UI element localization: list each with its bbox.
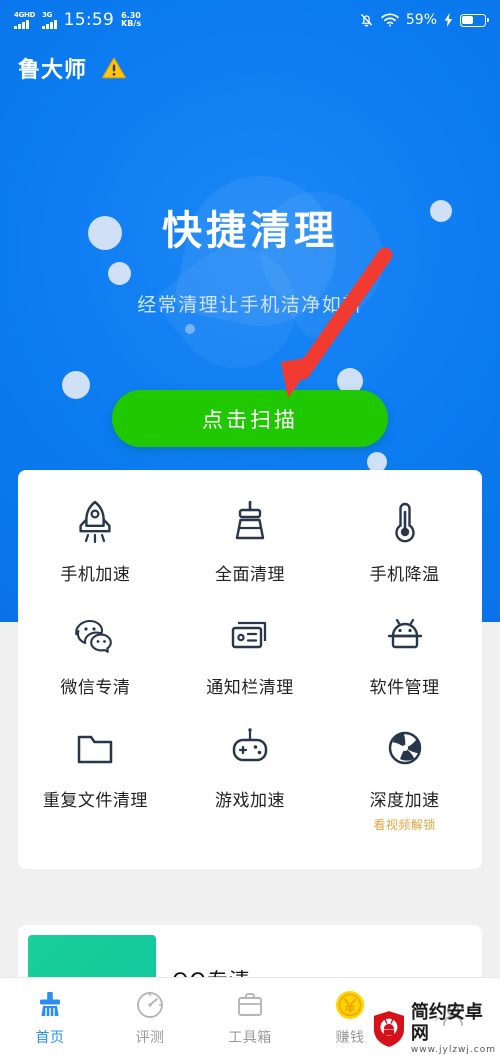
yuan-coin-icon [334,988,366,1022]
signal-bars-icon [42,19,57,29]
charging-bolt-icon [444,13,453,27]
tool-item-phone-cooling[interactable]: 手机降温 [327,494,482,607]
network-speed-unit: KB/s [121,19,142,28]
fan-turbine-icon [382,720,428,776]
nav-item-benchmark[interactable]: 评测 [100,988,200,1047]
tool-item-wechat-clean[interactable]: 微信专清 [18,607,173,720]
tool-label: 全面清理 [215,565,285,585]
tool-label: 重复文件清理 [42,791,148,811]
tool-label: 通知栏清理 [206,678,294,698]
app-screen: 4GHD 3G 15:59 6.30 KB/s 59% 鲁大师 快捷清理 经常清… [0,0,500,1057]
nav-item-toolbox[interactable]: 工具箱 [200,988,300,1047]
status-bar-right: 59% [359,12,489,28]
signal-primary-icon: 4GHD [14,10,36,29]
tool-label: 手机降温 [369,565,440,585]
briefcase-icon [235,988,265,1022]
nav-label: 首页 [35,1030,65,1046]
network-type-secondary: 3G [42,10,53,19]
tool-item-notification-clean[interactable]: 通知栏清理 [173,607,328,720]
broom-icon [35,988,65,1022]
tool-grid-card: 手机加速 全面清理 手机降温 微信专清 通知栏清理 软件管理 重复文件清理 游戏… [18,470,482,869]
tool-item-duplicate-files[interactable]: 重复文件清理 [18,720,173,855]
tool-label: 手机加速 [60,565,131,585]
clock: 15:59 [63,10,115,30]
nav-item-home[interactable]: 首页 [0,988,100,1047]
battery-icon [460,13,489,27]
tool-item-deep-boost[interactable]: 深度加速 看视频解锁 [327,720,482,855]
page-title: 鲁大师 [18,58,88,83]
nav-label: 工具箱 [228,1030,272,1046]
speedometer-icon [135,988,165,1022]
warning-triangle-icon[interactable] [101,56,127,80]
android-shield-icon [373,1011,404,1047]
wechat-icon [72,607,118,663]
status-bar-left: 4GHD 3G 15:59 6.30 KB/s [14,10,141,30]
tool-label: 游戏加速 [215,791,285,811]
tool-item-game-boost[interactable]: 游戏加速 [173,720,328,855]
decorative-bubble [62,371,90,399]
tool-label: 深度加速 [369,791,440,811]
scan-button[interactable]: 点击扫描 [112,390,388,447]
tool-label: 微信专清 [60,678,131,698]
notification-card-icon [227,607,273,663]
battery-percent: 59% [405,12,437,28]
decorative-bubble [108,262,131,285]
android-robot-icon [382,607,428,663]
watermark-name: 简约安卓网 [410,1002,483,1044]
tool-row: 微信专清 通知栏清理 软件管理 [18,607,482,720]
wifi-icon [381,13,399,27]
app-header: 鲁大师 [18,52,127,84]
rocket-icon [72,494,118,550]
status-bar: 4GHD 3G 15:59 6.30 KB/s 59% [0,0,500,40]
tool-row: 手机加速 全面清理 手机降温 [18,494,482,607]
network-speed: 6.30 KB/s [121,11,142,29]
folder-icon [72,720,118,776]
hero-title: 快捷清理 [162,208,338,254]
hero-subtitle: 经常清理让手机洁净如新 [137,294,363,316]
decorative-bubble [367,452,387,472]
broom-icon [227,494,273,550]
tool-label: 软件管理 [369,678,440,698]
tool-item-full-clean[interactable]: 全面清理 [173,494,328,607]
signal-secondary-icon: 3G [42,10,57,29]
tool-item-app-manager[interactable]: 软件管理 [327,607,482,720]
tool-unlock-tag: 看视频解锁 [373,818,436,832]
thermometer-icon [382,494,428,550]
nav-label: 赚钱 [335,1030,365,1046]
watermark-text: 简约安卓网 www.jylzwj.com [410,1002,496,1055]
gamepad-icon [227,720,273,776]
tool-row: 重复文件清理 游戏加速 深度加速 看视频解锁 [18,720,482,855]
network-type-primary: 4GHD [14,10,36,19]
bell-muted-icon [360,13,373,27]
watermark-url: www.jylzwj.com [410,1044,496,1055]
nav-label: 评测 [135,1030,165,1046]
tool-item-phone-boost[interactable]: 手机加速 [18,494,173,607]
signal-bars-icon [14,19,29,29]
decorative-bubble [185,324,195,334]
site-watermark: 简约安卓网 www.jylzwj.com [366,1001,500,1057]
